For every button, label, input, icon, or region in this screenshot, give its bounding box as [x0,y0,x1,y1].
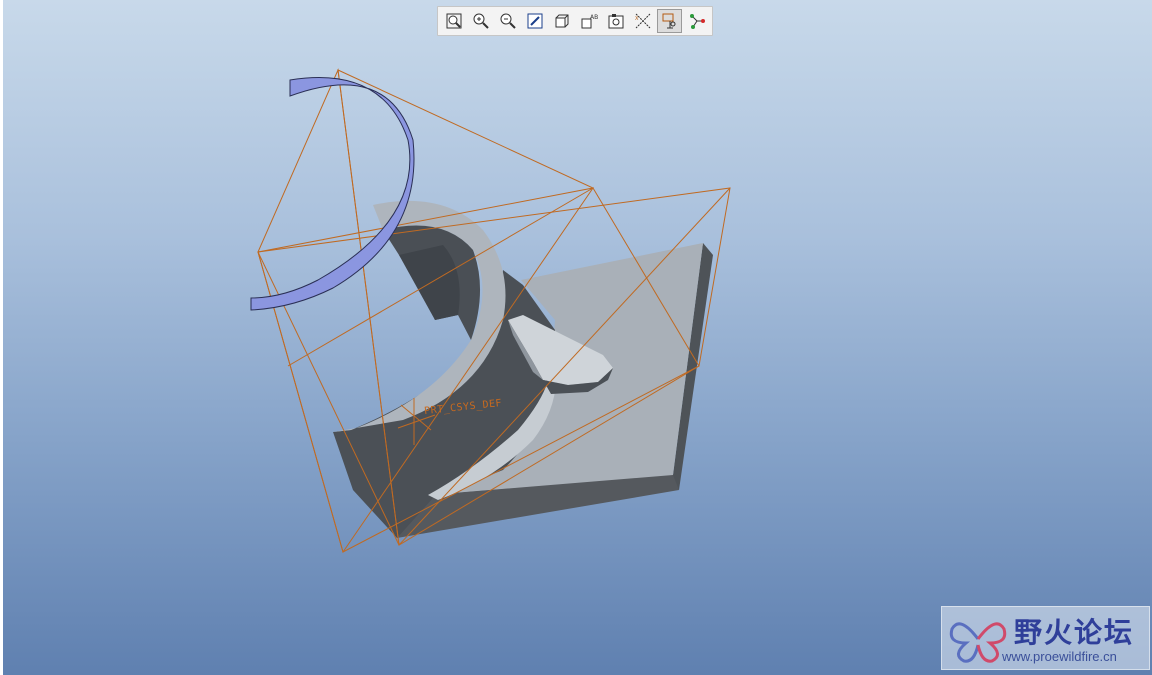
watermark-url: www.proewildfire.cn [1002,649,1117,664]
datum-axes-icon: X [635,13,650,29]
datum-points-icon [689,14,705,29]
zoom-in-icon [473,13,489,29]
datum-axes-button[interactable]: X [630,9,655,33]
saved-views-button[interactable]: AB [576,9,601,33]
zoom-in-button[interactable] [468,9,493,33]
layers-icon [608,14,623,29]
datum-planes-button[interactable] [657,9,682,33]
zoom-out-button[interactable] [495,9,520,33]
svg-text:X: X [635,16,639,22]
repaint-button[interactable] [522,9,547,33]
refit-button[interactable] [441,9,466,33]
repaint-icon [527,13,542,29]
model-view[interactable] [3,0,1152,675]
datum-planes-icon [662,13,675,29]
butterfly-logo-icon [949,622,1007,663]
cylinder-inner-shade [399,245,460,320]
watermark-title: 野火论坛 [1014,616,1135,649]
sketch-curve[interactable] [250,77,415,311]
view-toolbar: AB X [437,6,713,36]
saved-views-icon: AB [581,14,598,29]
zoom-out-icon [500,13,516,29]
watermark: 野火论坛 www.proewildfire.cn [941,606,1150,670]
refit-icon [446,13,461,29]
svg-text:AB: AB [590,14,598,21]
datum-points-button[interactable] [684,9,709,33]
orient-button[interactable] [549,9,574,33]
graphics-window[interactable]: PRT_CSYS_DEF AB X 野火论坛 www.proewildfire.… [3,0,1152,675]
layers-button[interactable] [603,9,628,33]
orient-icon [555,14,568,28]
